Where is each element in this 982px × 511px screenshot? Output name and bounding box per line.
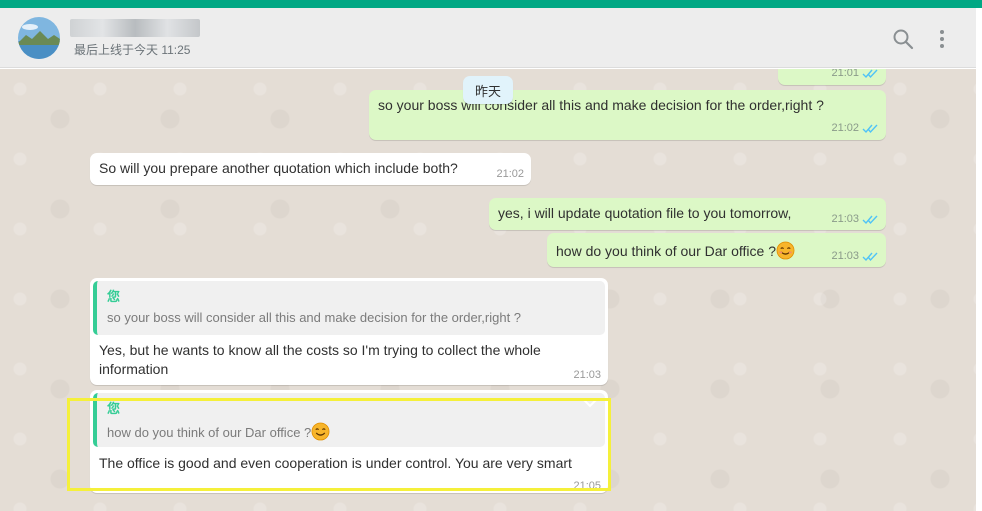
message-time: 21:03 (573, 369, 601, 381)
message-options-chevron-icon[interactable] (582, 396, 598, 408)
message-time: 21:05 (573, 480, 601, 492)
quote-text-content: how do you think of our Dar office ? (107, 425, 312, 440)
window-edge (976, 8, 982, 511)
read-receipt-icon (862, 252, 878, 261)
message-meta: 21:03 (831, 213, 878, 225)
message-time: 21:02 (496, 168, 524, 180)
message-time: 21:03 (831, 250, 859, 262)
message-text: So will you prepare another quotation wh… (99, 160, 458, 176)
last-seen-status: 最后上线于今天 11:25 (74, 43, 191, 57)
date-divider: 昨天 (463, 76, 513, 104)
message-text-line2: information (99, 361, 169, 377)
more-vertical-icon[interactable] (930, 27, 954, 51)
message-text: The office is good and even cooperation … (99, 455, 572, 471)
message-time: 21:02 (831, 122, 859, 134)
quote-text: so your boss will consider all this and … (107, 310, 522, 325)
message-meta: 21:01 (831, 69, 878, 79)
message-time: 21:01 (831, 69, 859, 79)
message-meta: 21:02 (831, 122, 878, 134)
message-text-content: how do you think of our Dar office ? (556, 243, 776, 259)
read-receipt-icon (862, 124, 878, 133)
quoted-message[interactable]: 您 how do you think of our Dar office ? (93, 393, 605, 447)
message-bubble-outgoing[interactable]: ok 21:01 (778, 69, 886, 85)
top-accent-bar (0, 0, 982, 8)
search-icon[interactable] (891, 27, 915, 51)
message-time: 21:03 (831, 213, 859, 225)
message-bubble-outgoing[interactable]: how do you think of our Dar office ? 21:… (547, 233, 886, 267)
message-bubble-outgoing[interactable]: yes, i will update quotation file to you… (489, 198, 886, 230)
contact-avatar[interactable] (18, 17, 60, 59)
message-bubble-incoming-reply[interactable]: 您 how do you think of our Dar office ? T… (90, 390, 608, 493)
quote-text: how do you think of our Dar office ? (107, 422, 330, 441)
read-receipt-icon (862, 69, 878, 78)
message-text: how do you think of our Dar office ? (556, 241, 795, 260)
chat-header: 最后上线于今天 11:25 (0, 8, 978, 68)
message-text: yes, i will update quotation file to you… (498, 205, 792, 221)
smiling-face-emoji (311, 422, 330, 441)
quoted-message[interactable]: 您 so your boss will consider all this an… (93, 281, 605, 335)
quote-author: 您 (107, 401, 121, 416)
message-meta: 21:05 (573, 480, 601, 492)
quote-author: 您 (107, 289, 121, 304)
message-list[interactable]: ok 21:01 so your boss will consider all … (0, 69, 976, 511)
message-bubble-outgoing[interactable]: so your boss will consider all this and … (369, 90, 886, 140)
message-meta: 21:03 (573, 369, 601, 381)
message-bubble-incoming-reply[interactable]: 您 so your boss will consider all this an… (90, 278, 608, 385)
message-meta: 21:03 (831, 250, 878, 262)
message-meta: 21:02 (496, 168, 524, 180)
message-text-line1: Yes, but he wants to know all the costs … (99, 342, 541, 358)
contact-name-redacted (70, 19, 200, 37)
message-text: so your boss will consider all this and … (378, 97, 824, 113)
smiling-face-emoji (776, 241, 795, 260)
read-receipt-icon (862, 215, 878, 224)
message-bubble-incoming[interactable]: So will you prepare another quotation wh… (90, 153, 531, 185)
